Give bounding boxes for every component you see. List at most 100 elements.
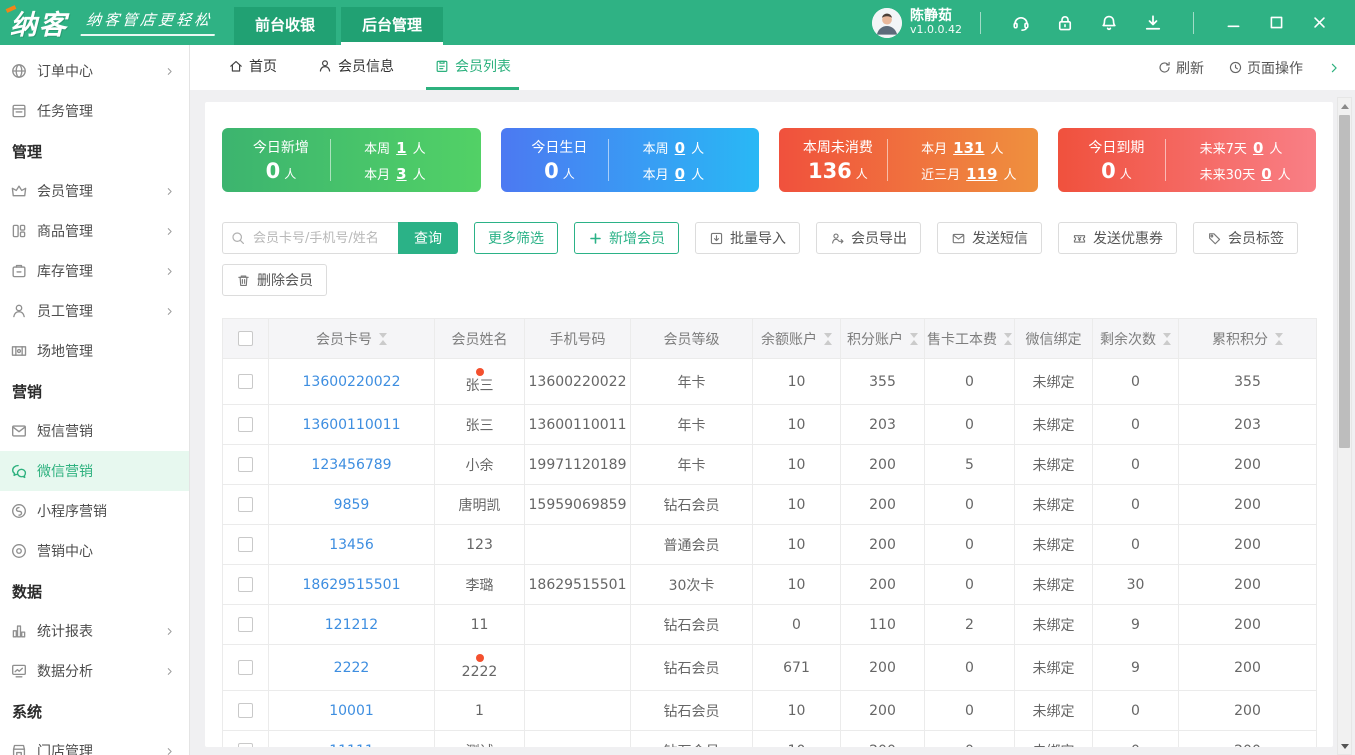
stat-breakdown-link[interactable]: 0 <box>1253 139 1263 157</box>
sidebar-item-task-management[interactable]: 任务管理 <box>0 91 189 131</box>
sort-icons[interactable] <box>824 332 832 345</box>
chevron-right-icon[interactable] <box>1327 61 1341 75</box>
mail-icon <box>951 231 966 246</box>
member-card-link[interactable]: 2222 <box>334 660 370 676</box>
sidebar-item-staff-management[interactable]: 员工管理 <box>0 291 189 331</box>
column-header-balance[interactable]: 余额账户 <box>752 318 841 359</box>
sidebar-item-data-analysis[interactable]: 数据分析 <box>0 651 189 691</box>
avatar[interactable] <box>872 7 902 38</box>
send-coupon-button[interactable]: 发送优惠券 <box>1058 222 1177 254</box>
member-card-link[interactable]: 123456789 <box>311 457 391 473</box>
member-tag-button[interactable]: 会员标签 <box>1193 222 1298 254</box>
member-card-link[interactable]: 18629515501 <box>303 577 401 593</box>
member-card-link[interactable]: 121212 <box>325 617 378 633</box>
member-card-link[interactable]: 10001 <box>329 703 374 719</box>
sort-icons[interactable] <box>379 332 387 345</box>
close-icon[interactable] <box>1311 14 1328 31</box>
row-checkbox[interactable] <box>238 660 253 675</box>
tab-home[interactable]: 首页 <box>220 45 285 90</box>
sidebar-item-inventory-management[interactable]: 库存管理 <box>0 251 189 291</box>
stat-breakdown-link[interactable]: 0 <box>675 139 685 157</box>
sidebar-item-wechat-marketing[interactable]: 微信营销 <box>0 451 189 491</box>
action-page-ops[interactable]: 页面操作 <box>1228 58 1303 78</box>
select-all-checkbox[interactable] <box>238 331 253 346</box>
column-header-points[interactable]: 积分账户 <box>840 318 925 359</box>
header-nav-cashier[interactable]: 前台收银 <box>234 7 337 45</box>
stat-breakdown-link[interactable]: 1 <box>396 139 406 157</box>
search-button[interactable]: 查询 <box>398 222 458 254</box>
cell-card_fee: 0 <box>924 484 1015 525</box>
scrollbar-thumb[interactable] <box>1339 115 1350 448</box>
stat-breakdown-link[interactable]: 0 <box>1261 165 1271 183</box>
sidebar-item-label: 微信营销 <box>37 464 93 480</box>
column-header-card[interactable]: 会员卡号 <box>268 318 435 359</box>
row-checkbox[interactable] <box>238 617 253 632</box>
batch-import-button[interactable]: 批量导入 <box>695 222 800 254</box>
member-card-link[interactable]: 11111 <box>329 743 374 748</box>
sort-icons[interactable] <box>1275 332 1283 345</box>
table-row: 11111测试钻石会员102000未绑定0200 <box>222 730 1317 748</box>
table-row: 18629515501 李璐 18629515501 30次卡 10 200 0 未绑定 30 2… <box>222 564 1317 605</box>
cell-points: 200 <box>840 444 925 485</box>
sidebar-item-sms-marketing[interactable]: 短信营销 <box>0 411 189 451</box>
minimize-icon[interactable] <box>1225 14 1242 31</box>
divider <box>980 11 981 34</box>
sidebar-item-goods-management[interactable]: 商品管理 <box>0 211 189 251</box>
cell-remaining: 0 <box>1092 690 1179 731</box>
row-checkbox[interactable] <box>238 374 253 389</box>
stat-breakdown-link[interactable]: 0 <box>675 165 685 183</box>
row-checkbox[interactable] <box>238 457 253 472</box>
vertical-scrollbar[interactable] <box>1337 97 1352 755</box>
send-sms-button[interactable]: 发送短信 <box>937 222 1042 254</box>
sort-icons[interactable] <box>1004 332 1012 345</box>
tab-member-info[interactable]: 会员信息 <box>309 45 402 90</box>
bell-icon[interactable] <box>1099 13 1119 33</box>
member-card-link[interactable]: 9859 <box>334 497 370 513</box>
scroll-down-arrow[interactable] <box>1338 739 1351 753</box>
member-card-link[interactable]: 13600110011 <box>303 417 401 433</box>
stat-card-value: 136 人 <box>807 159 868 183</box>
scroll-up-arrow[interactable] <box>1338 99 1351 113</box>
search-input[interactable] <box>222 222 398 254</box>
sidebar-item-store-management[interactable]: 门店管理 <box>0 731 189 755</box>
column-header-remaining[interactable]: 剩余次数 <box>1092 318 1179 359</box>
row-checkbox[interactable] <box>238 497 253 512</box>
refresh-icon <box>1157 60 1172 75</box>
sidebar-item-order-center[interactable]: 订单中心 <box>0 51 189 91</box>
delete-member-button[interactable]: 删除会员 <box>222 264 327 296</box>
add-member-button[interactable]: 新增会员 <box>574 222 679 254</box>
row-checkbox[interactable] <box>238 703 253 718</box>
stat-breakdown-link[interactable]: 3 <box>396 165 406 183</box>
header-nav-admin[interactable]: 后台管理 <box>341 7 444 45</box>
sort-icons[interactable] <box>1163 332 1171 345</box>
action-refresh[interactable]: 刷新 <box>1157 58 1204 78</box>
cell-phone: 19971120189 <box>524 444 631 485</box>
service-icon[interactable] <box>1011 13 1031 33</box>
download-icon[interactable] <box>1143 13 1163 33</box>
row-checkbox[interactable] <box>238 417 253 432</box>
column-label: 会员卡号 <box>316 331 372 348</box>
column-header-card_fee[interactable]: 售卡工本费 <box>924 318 1015 359</box>
stat-breakdown-link[interactable]: 119 <box>966 165 997 183</box>
maximize-icon[interactable] <box>1268 14 1285 31</box>
sort-icons[interactable] <box>910 332 918 345</box>
stat-breakdown-link[interactable]: 131 <box>953 139 984 157</box>
member-card-link[interactable]: 13600220022 <box>303 374 401 390</box>
sidebar-item-marketing-center[interactable]: 营销中心 <box>0 531 189 571</box>
tab-member-list[interactable]: 会员列表 <box>426 45 519 90</box>
miniprogram-icon <box>10 502 28 520</box>
sidebar-item-member-management[interactable]: 会员管理 <box>0 171 189 211</box>
member-export-button[interactable]: 会员导出 <box>816 222 921 254</box>
sidebar-item-miniprogram-marketing[interactable]: 小程序营销 <box>0 491 189 531</box>
sidebar-item-statistics-report[interactable]: 统计报表 <box>0 611 189 651</box>
member-card-link[interactable]: 13456 <box>329 537 374 553</box>
cell-total_points: 200 <box>1178 690 1317 731</box>
cell-wechat: 未绑定 <box>1014 604 1093 645</box>
sidebar-item-venue-management[interactable]: 场地管理 <box>0 331 189 371</box>
row-checkbox[interactable] <box>238 537 253 552</box>
more-filter-button[interactable]: 更多筛选 <box>474 222 558 254</box>
row-checkbox[interactable] <box>238 577 253 592</box>
column-header-total_points[interactable]: 累积积分 <box>1178 318 1317 359</box>
lock-icon[interactable] <box>1055 13 1075 33</box>
row-checkbox[interactable] <box>238 743 253 747</box>
